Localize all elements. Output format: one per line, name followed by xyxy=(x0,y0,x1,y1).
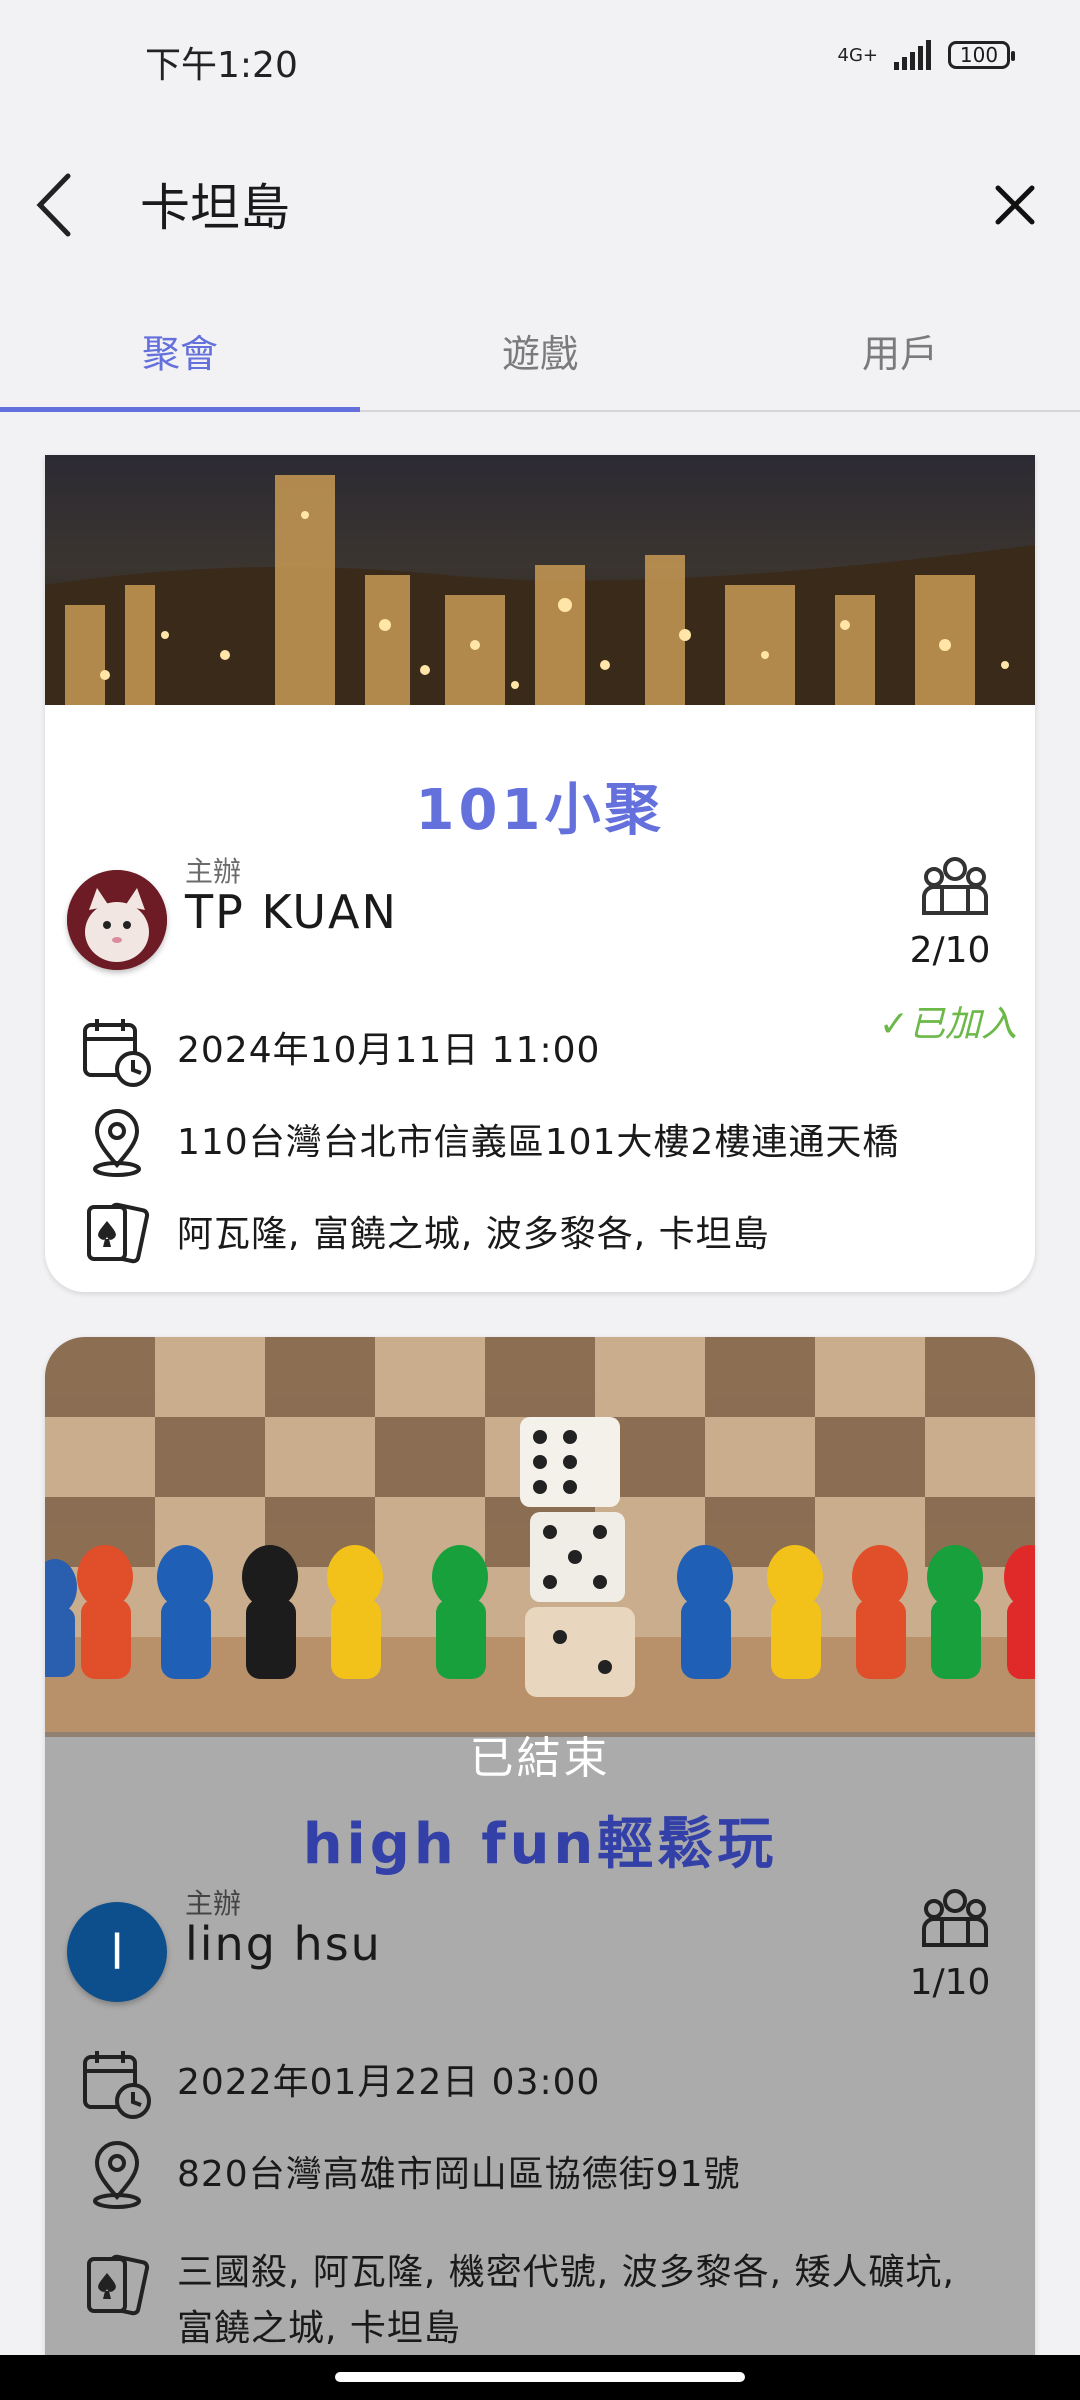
event-games: 阿瓦隆, 富饒之城, 波多黎各, 卡坦島 xyxy=(177,1214,770,1255)
event-title: 101小聚 xyxy=(415,778,665,843)
calendar-clock-icon xyxy=(83,2051,151,2119)
event-location-row: 110台灣台北市信義區101大樓2樓連通天橋 xyxy=(81,1107,1021,1179)
calendar-clock-icon xyxy=(83,1019,151,1087)
host-name: TP KUAN xyxy=(185,885,398,939)
ended-label: 已結束 xyxy=(469,1733,611,1784)
search-header: 卡坦島 xyxy=(0,120,1080,290)
network-type: 4G+ xyxy=(837,44,878,66)
host-initial: l xyxy=(111,1924,123,1980)
tab-indicator xyxy=(0,407,360,412)
host-avatar[interactable] xyxy=(67,870,167,970)
playing-cards-icon xyxy=(87,1202,150,1264)
event-card[interactable]: 101小聚 主辦 TP KUAN 2/10 ✓已加入 2024年10月11日 1… xyxy=(45,455,1035,1292)
event-date-row: 2022年01月22日 03:00 xyxy=(81,2047,1021,2119)
event-location: 110台灣台北市信義區101大樓2樓連通天橋 xyxy=(177,1122,900,1163)
battery-icon: 100 xyxy=(948,41,1015,69)
participant-count: 1/10 xyxy=(909,1962,991,2003)
event-card[interactable]: 已結束 high fun輕鬆玩 l 主辦 ling hsu 1/10 2022年… xyxy=(45,1337,1035,2400)
signal-icon xyxy=(894,40,931,70)
event-games-row: 三國殺, 阿瓦隆, 機密代號, 波多黎各, 矮人礦坑, 富饒之城, 卡坦島 xyxy=(81,2237,1021,2357)
participants-icon xyxy=(922,857,988,915)
location-pin-icon xyxy=(93,2141,141,2209)
status-indicators: 4G+ 100 xyxy=(837,40,1015,70)
participants-icon xyxy=(922,1889,988,1947)
tab-bar: 聚會 遊戲 用戶 xyxy=(0,290,1080,412)
event-date: 2024年10月11日 11:00 xyxy=(177,1030,601,1071)
battery-level: 100 xyxy=(959,43,999,67)
event-cover-image xyxy=(45,455,1035,705)
status-time: 下午1:20 xyxy=(145,45,298,86)
tab-games[interactable]: 遊戲 xyxy=(360,290,720,410)
home-gesture-handle[interactable] xyxy=(335,2372,745,2382)
tab-users[interactable]: 用戶 xyxy=(720,290,1080,410)
event-location-row: 820台灣高雄市岡山區協德街91號 xyxy=(81,2139,1021,2211)
host-label: 主辦 xyxy=(185,1887,242,1920)
event-games: 三國殺, 阿瓦隆, 機密代號, 波多黎各, 矮人礦坑, 富饒之城, 卡坦島 xyxy=(177,2252,955,2349)
event-date-row: 2024年10月11日 11:00 xyxy=(81,1015,1021,1087)
event-location: 820台灣高雄市岡山區協德街91號 xyxy=(177,2154,741,2195)
system-nav-bar xyxy=(0,2355,1080,2400)
event-cover-image xyxy=(45,1337,1035,1737)
host-avatar[interactable]: l xyxy=(67,1902,167,2002)
close-icon[interactable] xyxy=(990,180,1040,230)
tab-gatherings[interactable]: 聚會 xyxy=(0,290,360,410)
participant-count: 2/10 xyxy=(909,930,991,971)
host-name: ling hsu xyxy=(185,1917,382,1971)
playing-cards-icon xyxy=(87,2254,150,2316)
back-arrow-icon[interactable] xyxy=(30,170,80,240)
event-games-row: 阿瓦隆, 富饒之城, 波多黎各, 卡坦島 xyxy=(81,1199,1021,1271)
event-title: high fun輕鬆玩 xyxy=(302,1812,778,1877)
event-date: 2022年01月22日 03:00 xyxy=(177,2062,601,2103)
location-pin-icon xyxy=(93,1109,141,1177)
search-query[interactable]: 卡坦島 xyxy=(140,168,290,240)
status-bar: 下午1:20 4G+ 100 xyxy=(0,0,1080,120)
host-label: 主辦 xyxy=(185,855,242,888)
